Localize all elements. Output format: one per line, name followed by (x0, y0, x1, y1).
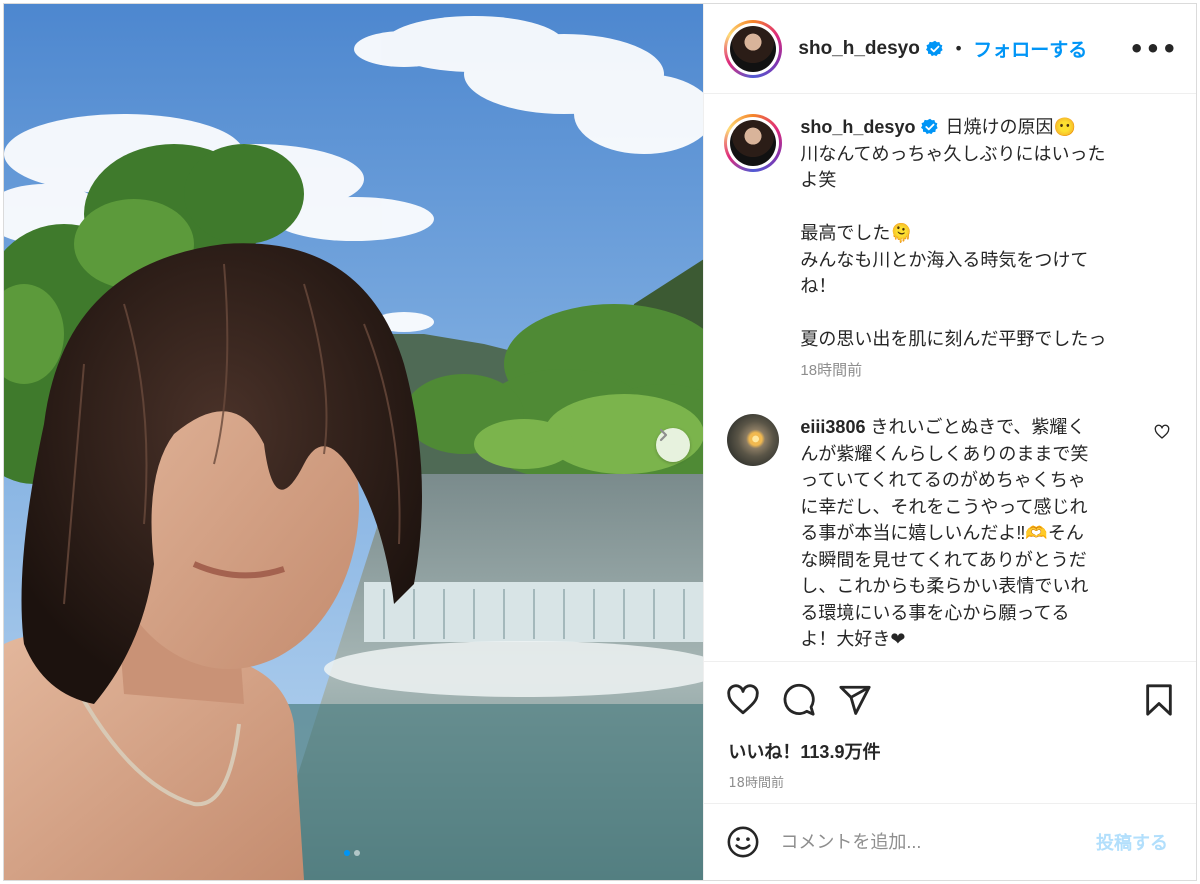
verified-icon (925, 40, 943, 56)
heart-icon[interactable] (726, 683, 760, 717)
comment-text: きれいごとぬきで、紫耀く んが紫耀くんらしくありのままで笑 っていてくれてるのが… (800, 417, 1089, 649)
caption-username[interactable]: sho_h_desyo (800, 117, 915, 137)
comment-icon[interactable] (782, 683, 816, 717)
post-photo[interactable] (4, 4, 704, 880)
photo-illustration (4, 4, 704, 880)
comment-item: eiii3806 きれいごとぬきで、紫耀く んが紫耀くんらしくありのままで笑 っ… (724, 414, 1176, 653)
emoji-icon[interactable] (726, 825, 760, 859)
post-timestamp[interactable]: 18時間前 (704, 764, 1196, 804)
next-image-button[interactable] (656, 428, 690, 462)
post-header: sho_h_desyo • フォローする ••• (704, 4, 1196, 94)
caption-text: よ笑 (800, 170, 837, 190)
commenter-username[interactable]: eiii3806 (800, 417, 865, 437)
carousel-dot (344, 850, 350, 856)
comment-body: eiii3806 きれいごとぬきで、紫耀く んが紫耀くんらしくありのままで笑 っ… (800, 414, 1140, 653)
caption-text (800, 194, 1106, 221)
chevron-right-icon (659, 428, 668, 442)
header-username[interactable]: sho_h_desyo (798, 38, 919, 60)
caption-text: 日焼けの原因😶 (945, 117, 1076, 137)
post-caption: sho_h_desyo 日焼けの原因😶 川なんてめっちゃ久しぶりにはいった よ笑 … (724, 114, 1176, 384)
header-separator: • (953, 39, 964, 58)
post-side-panel: sho_h_desyo • フォローする ••• sho_h_desyo 日焼けの… (703, 4, 1196, 880)
action-bar (704, 662, 1196, 738)
follow-button[interactable]: フォローする (973, 35, 1087, 62)
caption-time[interactable]: 18時間前 (800, 358, 1106, 385)
avatar[interactable] (724, 19, 783, 78)
carousel-dot (354, 850, 360, 856)
caption-text: みんなも川とか海入る時気をつけて (800, 249, 1089, 270)
caption-text: 最高でした🫠 (800, 223, 913, 243)
caption-text (800, 300, 1106, 327)
caption-text: 夏の思い出を肌に刻んだ平野でしたっ (800, 329, 1107, 349)
likes-count[interactable]: いいね！113.9万件 (704, 738, 1196, 764)
caption-line: sho_h_desyo 日焼けの原因😶 (800, 114, 1106, 141)
avatar[interactable] (724, 114, 783, 172)
comment-input[interactable] (780, 831, 1096, 853)
caption-text: 川なんてめっちゃ久しぶりにはいった (800, 143, 1106, 164)
save-icon[interactable] (1144, 683, 1174, 717)
share-icon[interactable] (838, 683, 872, 717)
verified-icon (921, 118, 939, 135)
comments-section: sho_h_desyo 日焼けの原因😶 川なんてめっちゃ久しぶりにはいった よ笑 … (704, 94, 1196, 662)
more-icon[interactable]: ••• (1129, 35, 1178, 63)
carousel-indicator (344, 850, 360, 856)
add-comment-bar: 投稿する (704, 804, 1196, 880)
post-modal: sho_h_desyo • フォローする ••• sho_h_desyo 日焼けの… (3, 3, 1197, 881)
commenter-avatar[interactable] (727, 414, 780, 466)
comment-like-heart-icon[interactable] (1154, 424, 1170, 440)
post-comment-button[interactable]: 投稿する (1096, 829, 1168, 855)
caption-text: ね！ (800, 276, 837, 296)
